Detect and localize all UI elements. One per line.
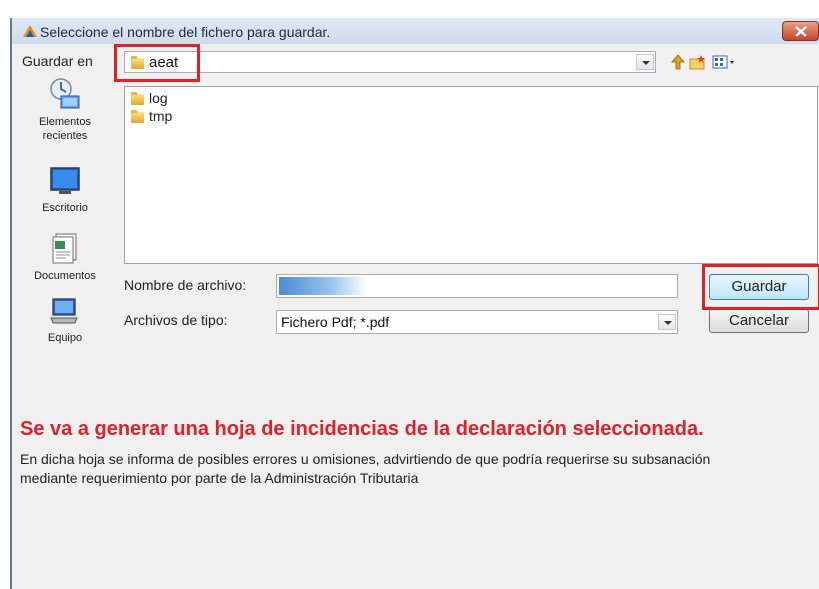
list-item[interactable]: tmp — [131, 108, 172, 124]
place-documents[interactable]: Documentos — [12, 232, 118, 283]
notice-line: En dicha hoja se informa de posibles err… — [20, 451, 711, 467]
cancel-button[interactable]: Cancelar — [709, 309, 809, 333]
place-label: Equipo — [47, 332, 83, 344]
up-folder-icon[interactable] — [670, 54, 686, 75]
filename-selection-highlight — [279, 277, 367, 295]
filename-label: Nombre de archivo: — [124, 277, 247, 293]
title-bar: Seleccione el nombre del fichero para gu… — [12, 18, 819, 44]
folder-icon — [131, 91, 144, 105]
documents-icon — [52, 233, 77, 264]
place-recent-items[interactable]: Elementos recientes — [12, 76, 118, 143]
dialog-title: Seleccione el nombre del fichero para gu… — [40, 24, 331, 40]
place-label: Elementos — [39, 116, 91, 128]
place-label: Escritorio — [42, 202, 88, 214]
file-name: log — [149, 90, 168, 106]
desktop-icon — [50, 167, 80, 194]
save-in-combo[interactable]: aeat — [124, 51, 656, 73]
place-label: Documentos — [34, 270, 96, 282]
place-label: recientes — [42, 130, 88, 142]
recent-items-icon — [50, 78, 80, 109]
file-list[interactable]: log tmp — [124, 86, 818, 264]
notice-body: En dicha hoja se informa de posibles err… — [20, 450, 819, 488]
highlight-box-save — [702, 264, 819, 310]
computer-icon — [50, 298, 78, 324]
file-name: tmp — [149, 108, 173, 124]
new-folder-icon[interactable] — [689, 54, 707, 75]
chevron-down-icon[interactable] — [636, 54, 654, 70]
filetype-value: Fichero Pdf; *.pdf — [281, 314, 390, 330]
places-bar: Elementos recientes Escritorio Documento… — [12, 76, 118, 345]
close-button[interactable] — [782, 21, 819, 41]
place-desktop[interactable]: Escritorio — [12, 166, 118, 215]
chevron-down-icon[interactable] — [658, 314, 676, 330]
save-file-dialog: Seleccione el nombre del fichero para gu… — [10, 18, 819, 589]
notice-line: mediante requerimiento por parte de la A… — [20, 470, 419, 486]
close-icon — [795, 26, 807, 37]
list-item[interactable]: log — [131, 90, 168, 106]
filetype-label: Archivos de tipo: — [124, 312, 228, 328]
aeat-app-icon — [22, 24, 38, 43]
place-computer[interactable]: Equipo — [12, 296, 118, 345]
folder-icon — [131, 109, 144, 123]
filetype-select[interactable]: Fichero Pdf; *.pdf — [276, 310, 678, 334]
notice-title: Se va a generar una hoja de incidencias … — [20, 418, 704, 440]
save-in-label: Guardar en — [22, 53, 93, 69]
highlight-box-folder — [114, 44, 200, 82]
view-menu-icon[interactable] — [712, 54, 738, 75]
filename-input[interactable] — [276, 274, 678, 298]
